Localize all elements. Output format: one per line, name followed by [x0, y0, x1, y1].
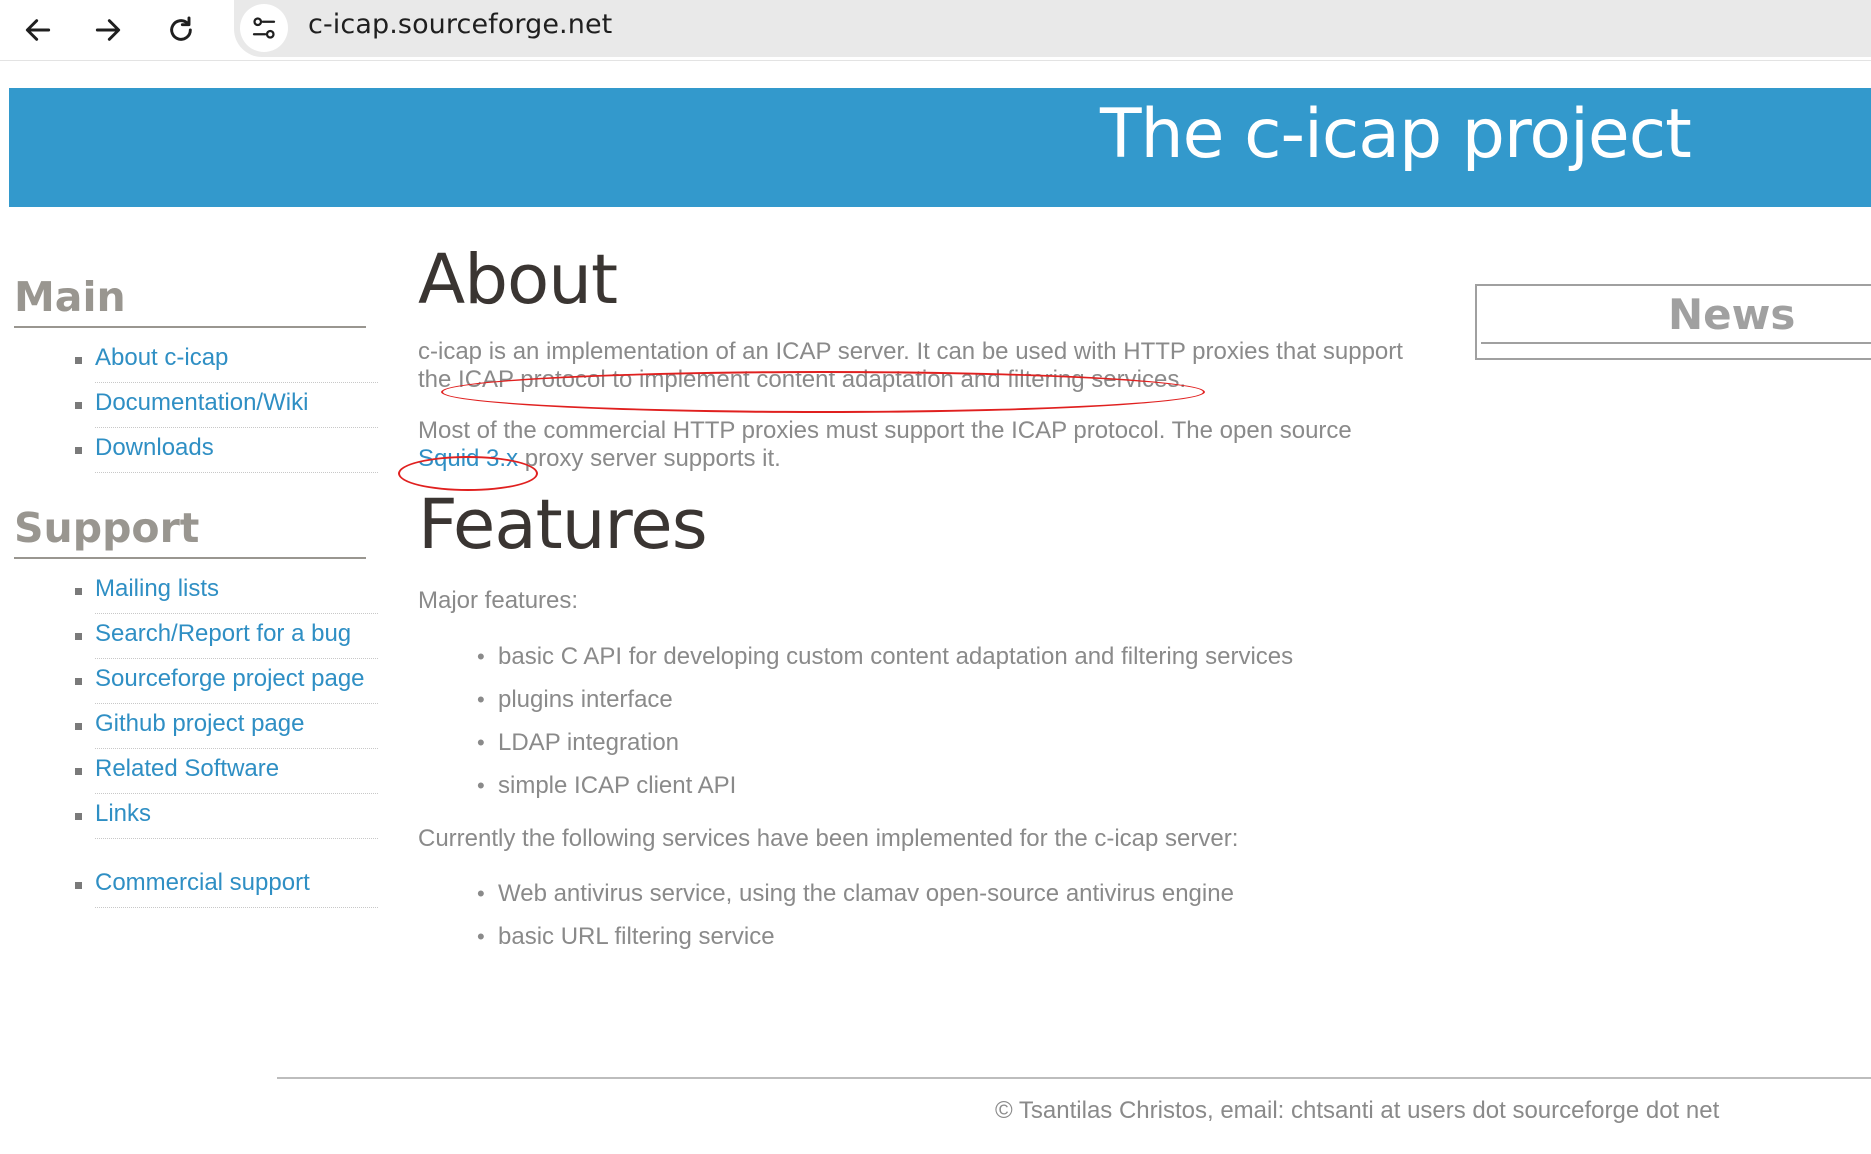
footer-divider: [277, 1077, 1871, 1079]
arrow-right-icon: [95, 19, 121, 41]
sidebar-heading-support: Support: [14, 501, 366, 559]
sidebar-main-list: About c-icap Documentation/Wiki Download…: [14, 338, 378, 473]
squid-link[interactable]: Squid 3.x: [418, 445, 518, 472]
sidebar-item: Github project page: [75, 704, 378, 749]
sidebar: Main About c-icap Documentation/Wiki Dow…: [14, 270, 378, 908]
address-bar[interactable]: c-icap.sourceforge.net: [234, 0, 1871, 57]
about-text-line-1: c-icap is an implementation of an ICAP s…: [418, 338, 1403, 365]
about-paragraph-2: Most of the commercial HTTP proxies must…: [418, 417, 1418, 473]
list-item: Web antivirus service, using the clamav …: [418, 872, 1418, 915]
sidebar-item: About c-icap: [75, 338, 378, 383]
list-item: plugins interface: [418, 678, 1418, 721]
sidebar-link-sourceforge[interactable]: Sourceforge project page: [95, 665, 365, 692]
sidebar-link-related-software[interactable]: Related Software: [95, 755, 279, 782]
news-heading: News: [1668, 290, 1796, 339]
sidebar-item: Commercial support: [75, 863, 378, 908]
features-heading: Features: [418, 485, 708, 565]
services-list: Web antivirus service, using the clamav …: [418, 872, 1418, 958]
about-text-line-3: Most of the commercial HTTP proxies must…: [418, 417, 1352, 444]
about-heading: About: [418, 240, 618, 320]
sidebar-link-links[interactable]: Links: [95, 800, 151, 827]
about-text-line-2: the ICAP protocol to implement content a…: [418, 366, 1186, 393]
sidebar-item: Related Software: [75, 749, 378, 794]
site-title: The c-icap project: [1100, 95, 1692, 174]
site-info-button[interactable]: [240, 4, 288, 52]
list-item: basic C API for developing custom conten…: [418, 635, 1418, 678]
sidebar-item: Search/Report for a bug: [75, 614, 378, 659]
services-intro: Currently the following services have be…: [418, 825, 1239, 852]
sidebar-link-documentation[interactable]: Documentation/Wiki: [95, 389, 308, 416]
forward-button[interactable]: [84, 6, 132, 54]
arrow-left-icon: [25, 19, 51, 41]
news-divider: [1481, 342, 1871, 344]
features-intro: Major features:: [418, 587, 579, 614]
sidebar-heading-main: Main: [14, 270, 366, 328]
sidebar-link-mailing-lists[interactable]: Mailing lists: [95, 575, 219, 602]
browser-toolbar: c-icap.sourceforge.net: [0, 0, 1871, 61]
sidebar-item: Sourceforge project page: [75, 659, 378, 704]
sidebar-support-list: Mailing lists Search/Report for a bug So…: [14, 569, 378, 908]
features-list: basic C API for developing custom conten…: [418, 635, 1418, 807]
sidebar-link-commercial-support[interactable]: Commercial support: [95, 869, 310, 896]
footer-copyright: © Tsantilas Christos, email: chtsanti at…: [995, 1097, 1720, 1124]
back-button[interactable]: [14, 6, 62, 54]
sidebar-link-github[interactable]: Github project page: [95, 710, 304, 737]
reload-icon: [170, 16, 192, 41]
url-text[interactable]: c-icap.sourceforge.net: [308, 9, 612, 40]
sidebar-item: Mailing lists: [75, 569, 378, 614]
sidebar-item: Documentation/Wiki: [75, 383, 378, 428]
about-paragraph-1: c-icap is an implementation of an ICAP s…: [418, 338, 1418, 394]
reload-button[interactable]: [157, 6, 205, 54]
main-content: About c-icap is an implementation of an …: [418, 240, 1418, 958]
sidebar-link-about[interactable]: About c-icap: [95, 344, 228, 371]
sidebar-link-bug-report[interactable]: Search/Report for a bug: [95, 620, 351, 647]
list-item: simple ICAP client API: [418, 764, 1418, 807]
about-text-line-4: proxy server supports it.: [518, 445, 781, 472]
tune-icon: [252, 17, 276, 39]
list-item: LDAP integration: [418, 721, 1418, 764]
sidebar-item: Links: [75, 794, 378, 839]
sidebar-link-downloads[interactable]: Downloads: [95, 434, 214, 461]
sidebar-item: Downloads: [75, 428, 378, 473]
list-item: basic URL filtering service: [418, 915, 1418, 958]
